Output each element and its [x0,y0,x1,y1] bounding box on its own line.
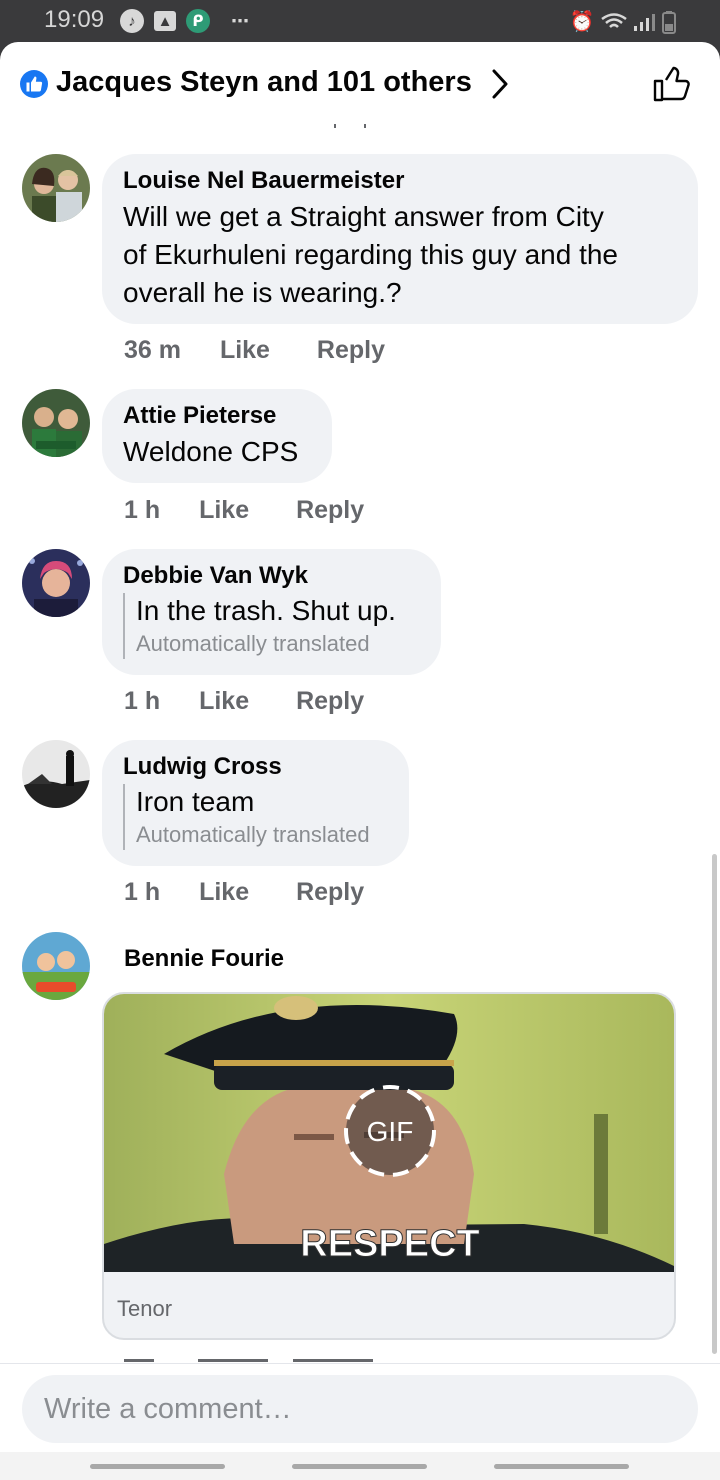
comment-text-line: overall he is wearing.? [123,277,402,308]
reply-button[interactable]: Reply [296,496,364,525]
back-button[interactable] [494,1464,629,1469]
gif-caption: RESPECT [300,1223,479,1265]
music-icon: ♪ [120,9,144,33]
comment-author[interactable]: Bennie Fourie [124,944,284,974]
translated-block: In the trash. Shut up. Automatically tra… [123,593,420,659]
comment-timestamp: 1 h [124,496,161,524]
reactions-summary[interactable]: Jacques Steyn and 101 others [56,66,472,99]
comment-bubble[interactable]: Attie Pieterse Weldone CPS [102,389,332,483]
comment-actions: 1 h Like Reply [124,687,364,716]
wifi-icon [601,13,627,28]
avatar[interactable] [22,389,90,457]
translated-block: Iron team Automatically translated [123,784,388,850]
comment-bubble[interactable]: Debbie Van Wyk In the trash. Shut up. Au… [102,549,441,675]
comment-timestamp: 1 h [124,878,161,906]
comment-timestamp: 36 m [124,336,181,364]
avatar[interactable] [22,932,90,1000]
status-time: 19:09 [44,6,105,33]
reply-button[interactable]: Reply [296,878,364,907]
comment-actions: 36 m Like Reply [124,336,385,365]
reply-button[interactable]: Reply [296,687,364,716]
battery-icon [662,11,676,34]
reply-button[interactable]: Reply [317,336,385,365]
comment-text-line: Weldone CPS [123,436,299,467]
reactions-header[interactable]: Jacques Steyn and 101 others [0,42,720,128]
partial-comment-actions [124,1354,384,1362]
comment-actions: 1 h Like Reply [124,496,364,525]
gif-badge: GIF [367,1116,414,1147]
comment-text-line: of Ekurhuleni regarding this guy and the [123,239,618,270]
translation-note[interactable]: Automatically translated [136,629,420,659]
alarm-icon: ⏰ [569,10,595,33]
like-reaction-icon [20,70,48,98]
translation-note[interactable]: Automatically translated [136,820,388,850]
comment-text-line: Iron team [136,786,255,817]
gallery-icon: ▲ [154,11,176,31]
comment-author[interactable]: Attie Pieterse [123,401,311,431]
like-button[interactable]: Like [199,878,249,907]
like-button[interactable]: Like [199,496,249,525]
gif-image: GIF RESPECT [104,994,674,1272]
comment-bubble[interactable]: Ludwig Cross Iron team Automatically tra… [102,740,409,866]
navigation-bar [0,1452,720,1480]
home-button[interactable] [292,1464,427,1469]
thumbs-up-icon[interactable] [652,64,692,104]
comment-timestamp: 1 h [124,687,161,715]
gif-source: Tenor [117,1296,173,1321]
more-notifications-icon: ⋯ [231,10,249,31]
status-bar: 19:09 ♪ ▲ ᑭ ⋯ ⏰ [0,0,720,42]
scroll-hint-icon [334,124,366,128]
app-icon: ᑭ [186,9,210,33]
comment-author[interactable]: Debbie Van Wyk [123,561,420,591]
comment-text-line: In the trash. Shut up. [136,595,396,626]
recents-button[interactable] [90,1464,225,1469]
comment-bubble[interactable]: Louise Nel Bauermeister Will we get a St… [102,154,698,324]
comment-author[interactable]: Louise Nel Bauermeister [123,166,677,196]
signal-icon [634,14,655,31]
comment-input[interactable] [22,1375,698,1443]
avatar[interactable] [22,549,90,617]
comments-sheet: Jacques Steyn and 101 others Louise Nel … [0,42,720,1480]
comment-author[interactable]: Ludwig Cross [123,752,388,782]
gif-attachment[interactable]: GIF RESPECT Tenor [102,992,676,1340]
chevron-right-icon[interactable] [490,68,510,100]
scrollbar[interactable] [712,854,717,1354]
comment-text-line: Will we get a Straight answer from City [123,201,604,232]
avatar[interactable] [22,154,90,222]
like-button[interactable]: Like [220,336,270,365]
like-button[interactable]: Like [199,687,249,716]
comment-actions: 1 h Like Reply [124,878,364,907]
avatar[interactable] [22,740,90,808]
